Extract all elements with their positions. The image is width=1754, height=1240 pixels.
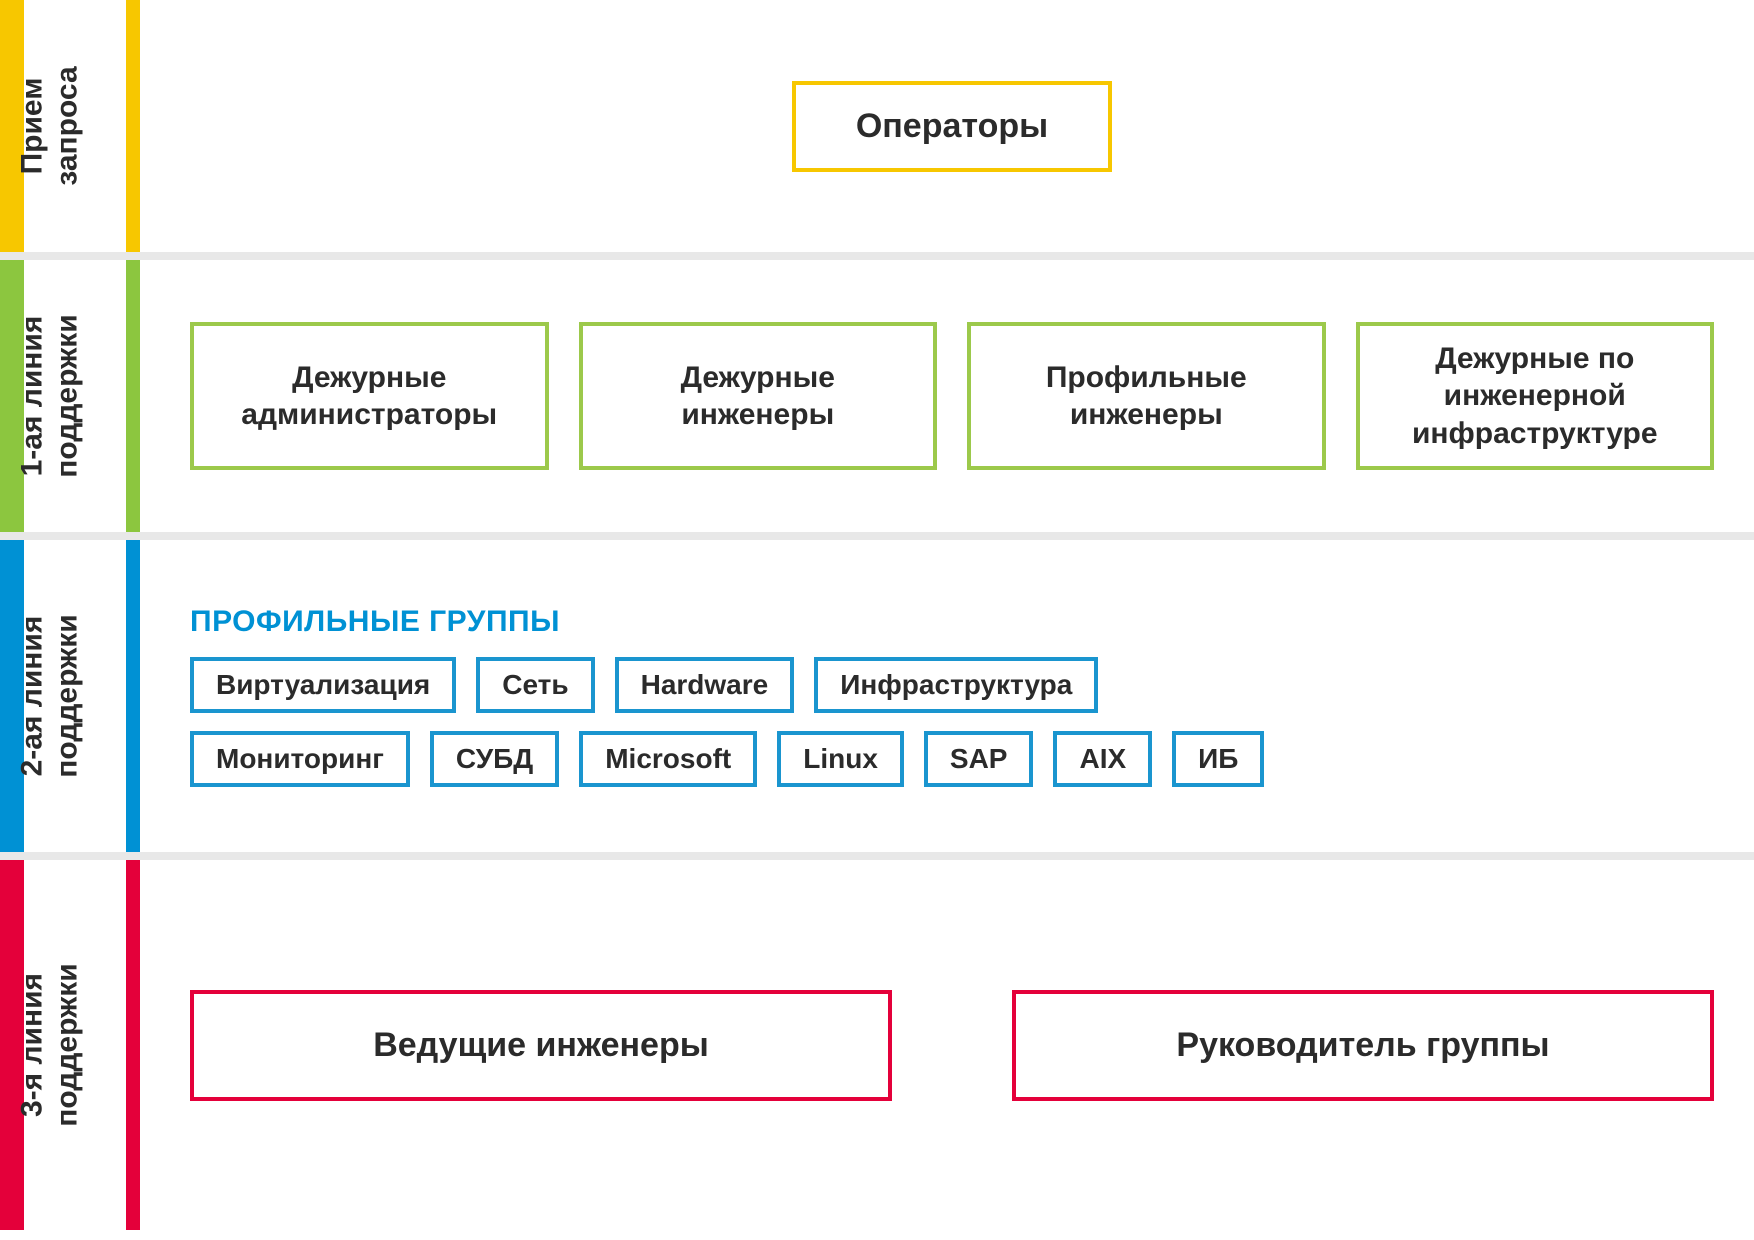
tier-label-line1: 1-ая линия xyxy=(16,314,51,477)
tier-label-line2: поддержки xyxy=(50,614,85,777)
row-profile-groups-2: Мониторинг СУБД Microsoft Linux SAP AIX … xyxy=(190,731,1714,787)
box-hardware: Hardware xyxy=(615,657,795,713)
tier-sidebar: Прием запроса xyxy=(0,0,140,252)
box-virtualization: Виртуализация xyxy=(190,657,456,713)
tier-content: Ведущие инженеры Руководитель группы xyxy=(140,860,1754,1230)
tier-label-line1: 3-я линия xyxy=(16,963,51,1126)
tier-color-bar-inner xyxy=(126,260,140,532)
box-operators: Операторы xyxy=(792,81,1112,172)
box-infrastructure: Инфраструктура xyxy=(814,657,1098,713)
box-monitoring: Мониторинг xyxy=(190,731,410,787)
tier-label-line2: запроса xyxy=(50,66,85,185)
tier-label: Прием запроса xyxy=(16,66,85,185)
box-duty-infra: Дежурные по инженерной инфраструктуре xyxy=(1356,322,1715,471)
box-duty-engineers: Дежурные инженеры xyxy=(579,322,938,471)
box-microsoft: Microsoft xyxy=(579,731,757,787)
tier-label-line2: поддержки xyxy=(50,314,85,477)
tier-color-bar-inner xyxy=(126,540,140,852)
box-aix: AIX xyxy=(1053,731,1152,787)
tier-third-line: 3-я линия поддержки Ведущие инженеры Рук… xyxy=(0,860,1754,1230)
tier-content: Операторы xyxy=(140,0,1754,252)
profile-groups-heading: ПРОФИЛЬНЫЕ ГРУППЫ xyxy=(190,605,1714,639)
tier-label-line1: Прием xyxy=(16,66,51,185)
tier-sidebar: 1-ая линия поддержки xyxy=(0,260,140,532)
box-duty-admins: Дежурные администраторы xyxy=(190,322,549,471)
box-sap: SAP xyxy=(924,731,1034,787)
tier-content: Дежурные администраторы Дежурные инженер… xyxy=(140,260,1754,532)
tier-label: 3-я линия поддержки xyxy=(16,963,85,1126)
box-infosec: ИБ xyxy=(1172,731,1264,787)
box-lead-engineers: Ведущие инженеры xyxy=(190,990,892,1101)
tier-first-line: 1-ая линия поддержки Дежурные администра… xyxy=(0,260,1754,540)
tier-sidebar: 3-я линия поддержки xyxy=(0,860,140,1230)
box-text: Дежурные администраторы xyxy=(216,359,523,434)
box-group-lead: Руководитель группы xyxy=(1012,990,1714,1101)
box-dbms: СУБД xyxy=(430,731,559,787)
tier-request-intake: Прием запроса Операторы xyxy=(0,0,1754,260)
box-text: Дежурные инженеры xyxy=(605,359,912,434)
box-network: Сеть xyxy=(476,657,594,713)
row-third-line: Ведущие инженеры Руководитель группы xyxy=(190,990,1714,1101)
box-text: Профильные инженеры xyxy=(993,359,1300,434)
support-tiers-diagram: Прием запроса Операторы 1-ая линия подде… xyxy=(0,0,1754,1240)
row-profile-groups-1: Виртуализация Сеть Hardware Инфраструкту… xyxy=(190,657,1714,713)
box-profile-engineers: Профильные инженеры xyxy=(967,322,1326,471)
tier-sidebar: 2-ая линия поддержки xyxy=(0,540,140,852)
tier-color-bar-inner xyxy=(126,860,140,1230)
box-linux: Linux xyxy=(777,731,904,787)
tier-label-line2: поддержки xyxy=(50,963,85,1126)
tier-second-line: 2-ая линия поддержки ПРОФИЛЬНЫЕ ГРУППЫ В… xyxy=(0,540,1754,860)
tier-label: 1-ая линия поддержки xyxy=(16,314,85,477)
box-text: Дежурные по инженерной инфраструктуре xyxy=(1382,340,1689,453)
tier-label: 2-ая линия поддержки xyxy=(16,614,85,777)
tier-label-line1: 2-ая линия xyxy=(16,614,51,777)
row-first-line: Дежурные администраторы Дежурные инженер… xyxy=(190,322,1714,471)
tier-content: ПРОФИЛЬНЫЕ ГРУППЫ Виртуализация Сеть Har… xyxy=(140,540,1754,852)
tier-color-bar-inner xyxy=(126,0,140,252)
